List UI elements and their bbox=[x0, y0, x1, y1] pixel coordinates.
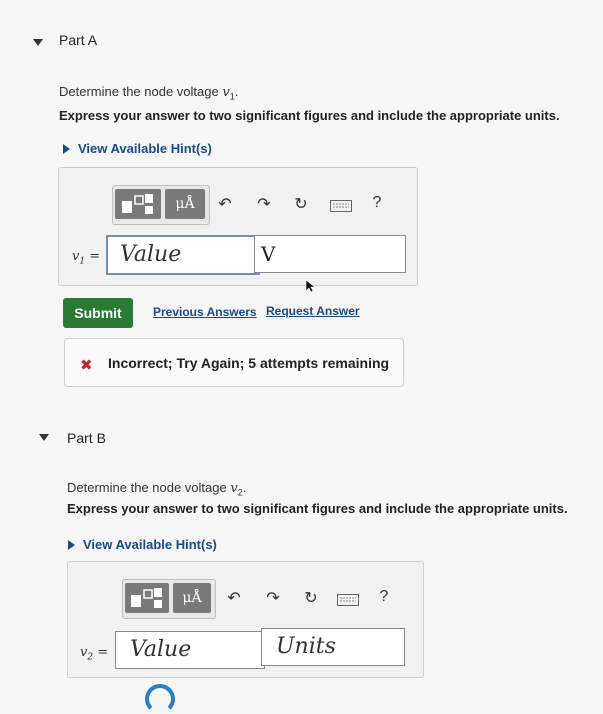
keyboard-icon[interactable] bbox=[337, 593, 359, 611]
templates-icon[interactable] bbox=[125, 583, 169, 613]
part-b-instructions: Express your answer to two significant f… bbox=[67, 501, 568, 516]
expand-triangle-icon bbox=[63, 143, 70, 154]
templates-icon[interactable] bbox=[115, 189, 161, 219]
unit-value: V bbox=[261, 242, 276, 266]
units-button[interactable]: μÅ bbox=[173, 583, 211, 613]
redo-icon[interactable]: ↷ bbox=[263, 588, 283, 608]
part-b-prompt: Determine the node voltage v2. bbox=[67, 480, 247, 498]
templates-icon-glyph bbox=[122, 194, 153, 214]
submit-button[interactable]: Submit bbox=[63, 298, 133, 328]
undo-icon[interactable]: ↶ bbox=[224, 588, 244, 608]
units-button[interactable]: μÅ bbox=[165, 189, 205, 219]
part-a-instructions: Express your answer to two significant f… bbox=[59, 108, 560, 123]
part-a-prompt: Determine the node voltage v1. bbox=[59, 84, 239, 102]
part-b-title: Part B bbox=[67, 430, 106, 446]
help-icon[interactable]: ? bbox=[369, 194, 385, 212]
cursor-glyph bbox=[305, 279, 316, 293]
part-a-title: Part A bbox=[59, 32, 98, 48]
incorrect-x-icon: ✖ bbox=[80, 357, 93, 374]
previous-answers-link[interactable]: Previous Answers bbox=[153, 305, 257, 319]
loading-spinner-icon bbox=[145, 684, 175, 714]
reset-icon[interactable]: ↻ bbox=[301, 588, 321, 608]
part-b-hint-toggle[interactable]: View Available Hint(s) bbox=[68, 537, 217, 552]
expand-triangle-icon bbox=[68, 539, 75, 550]
feedback-text: Incorrect; Try Again; 5 attempts remaini… bbox=[108, 355, 390, 371]
hint-label: View Available Hint(s) bbox=[78, 141, 212, 156]
redo-icon[interactable]: ↷ bbox=[254, 194, 274, 214]
keyboard-icon-glyph bbox=[337, 594, 359, 606]
undo-icon[interactable]: ↶ bbox=[215, 194, 235, 214]
v2-unit-input[interactable]: Units bbox=[261, 628, 405, 666]
mouse-cursor-icon bbox=[305, 279, 317, 298]
request-answer-link[interactable]: Request Answer bbox=[266, 304, 360, 318]
part-b-collapse-caret[interactable] bbox=[39, 434, 49, 441]
v2-value-input[interactable]: Value bbox=[115, 631, 265, 669]
keyboard-icon[interactable] bbox=[330, 199, 352, 217]
help-icon[interactable]: ? bbox=[376, 588, 392, 606]
templates-icon-glyph bbox=[131, 588, 162, 608]
v1-unit-input[interactable]: V bbox=[254, 235, 406, 273]
part-a-collapse-caret[interactable] bbox=[33, 39, 43, 46]
v1-label: v1 = bbox=[72, 249, 101, 267]
part-a-hint-toggle[interactable]: View Available Hint(s) bbox=[63, 141, 212, 156]
hint-label: View Available Hint(s) bbox=[83, 537, 217, 552]
v1-value-input[interactable]: Value bbox=[106, 235, 260, 275]
reset-icon[interactable]: ↻ bbox=[291, 194, 311, 214]
v2-label: v2 = bbox=[80, 645, 109, 663]
keyboard-icon-glyph bbox=[330, 200, 352, 212]
